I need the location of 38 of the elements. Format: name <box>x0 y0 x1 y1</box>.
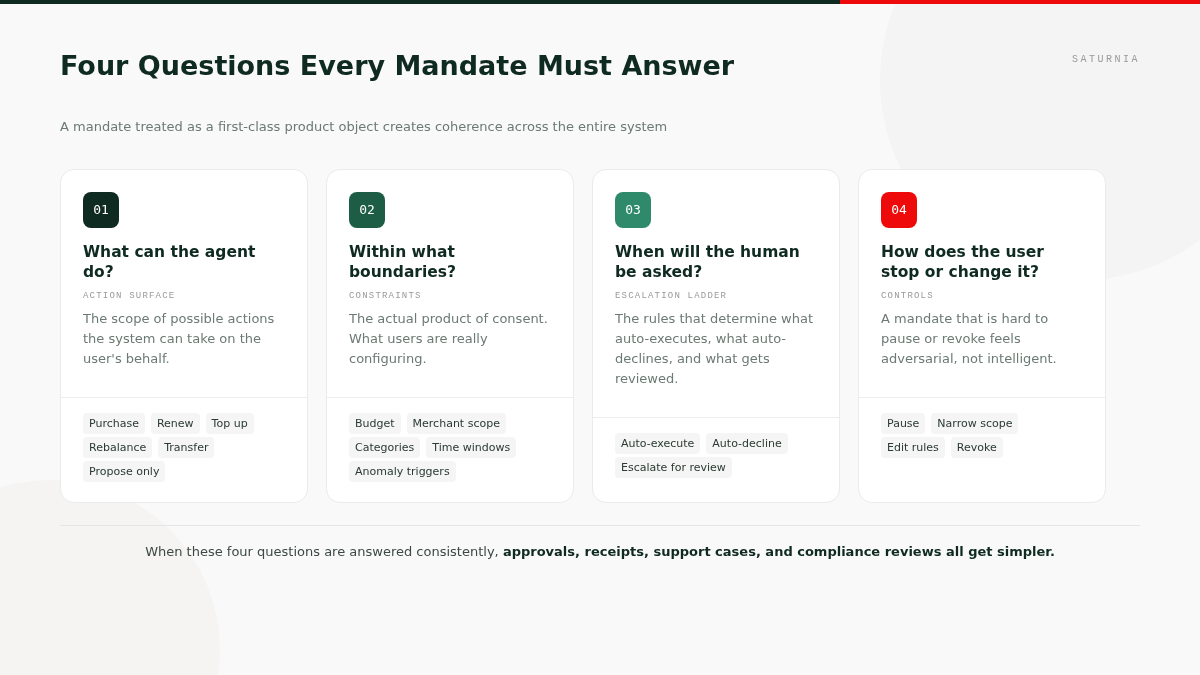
tag: Time windows <box>426 437 517 459</box>
number-badge: 02 <box>349 191 385 228</box>
card-title: What can the agent do? <box>83 241 257 282</box>
tag: Anomaly triggers <box>349 461 456 483</box>
tag: Rebalance <box>83 437 153 459</box>
category-label: ESCALATION LADDER <box>615 289 729 303</box>
tag: Revoke <box>950 437 1003 459</box>
summary-text: When these four questions are answered consistently, approvals, receipts, support cases, and compliance reviews all get simpler. <box>144 543 1056 562</box>
number-badge: 03 <box>615 191 651 228</box>
tag: Auto-decline <box>706 433 788 455</box>
card-title: How does the user stop or change it? <box>881 241 1045 282</box>
tag: Propose only <box>83 461 166 483</box>
tag: Top up <box>205 413 254 435</box>
brand-name: SATURNIA <box>1072 53 1140 67</box>
tag: Renew <box>150 413 200 435</box>
card-description: The actual product of consent. What users are really configuring. <box>349 310 549 369</box>
subtitle: A mandate treated as a first-class product object creates coherence across the entire system <box>60 118 669 137</box>
card-title: When will the human be asked? <box>615 241 801 282</box>
category-label: ACTION SURFACE <box>83 289 177 303</box>
card-title: Within what boundaries? <box>349 241 458 282</box>
tag: Escalate for review <box>615 457 732 479</box>
category-label: CONSTRAINTS <box>349 289 423 303</box>
tag: Purchase <box>83 413 145 435</box>
tag: Auto-execute <box>615 433 701 455</box>
slide-title: Four Questions Every Mandate Must Answer <box>60 49 735 83</box>
category-label: CONTROLS <box>881 289 935 303</box>
card-description: The rules that determine what auto-executes, what auto-declines, and what gets reviewed. <box>615 310 814 389</box>
tag: Pause <box>881 413 926 435</box>
tag: Narrow scope <box>931 413 1019 435</box>
tag: Transfer <box>158 437 215 459</box>
tag: Budget <box>349 413 401 435</box>
number-badge: 04 <box>881 191 917 228</box>
card-description: A mandate that is hard to pause or revoke feels adversarial, not intelligent. <box>881 310 1058 369</box>
tag: Merchant scope <box>406 413 506 435</box>
tag: Edit rules <box>881 437 945 459</box>
tag: Categories <box>349 437 421 459</box>
card-description: The scope of possible actions the system can take on the user's behalf. <box>83 310 276 369</box>
number-badge: 01 <box>83 191 119 228</box>
